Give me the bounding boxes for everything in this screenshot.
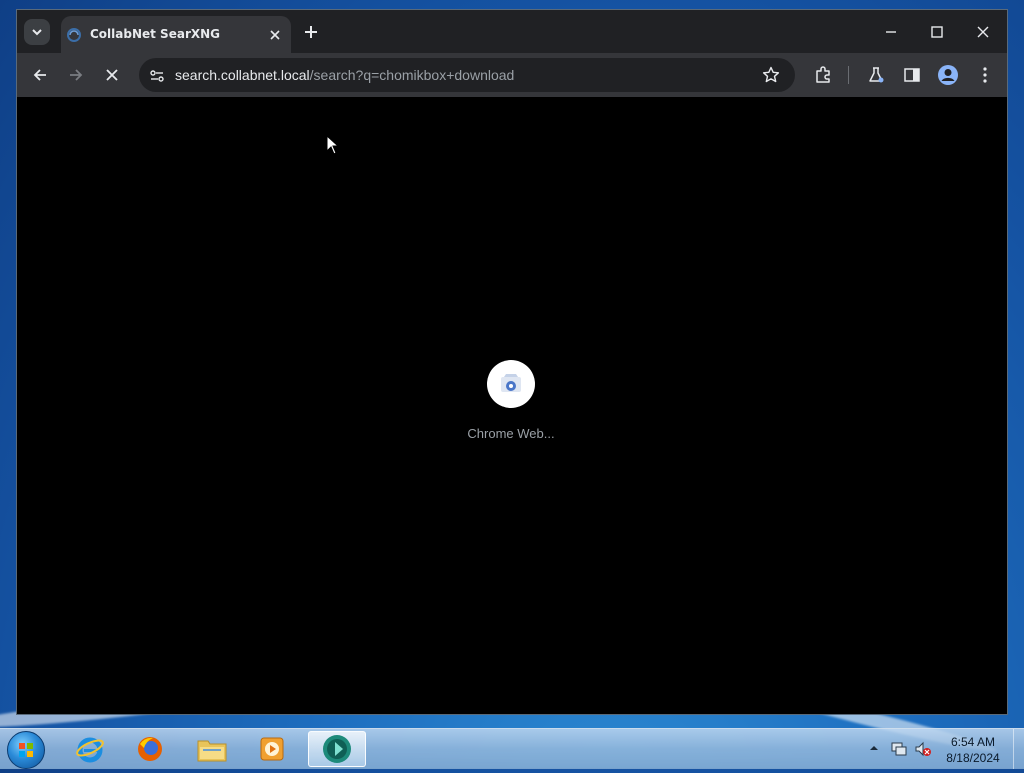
chrome-active-icon	[323, 735, 351, 763]
chevron-down-icon	[32, 29, 42, 36]
site-info-icon[interactable]	[147, 66, 167, 86]
chrome-window: CollabNet SearXNG search.collabnet.local…	[16, 9, 1008, 715]
show-hidden-icons-icon[interactable]	[868, 743, 880, 753]
clock-time: 6:54 AM	[950, 735, 996, 749]
taskbar-file-explorer[interactable]	[186, 731, 238, 767]
network-icon[interactable]	[890, 741, 908, 757]
start-button[interactable]	[7, 731, 45, 769]
url-path: /search?q=chomikbox+download	[309, 67, 515, 83]
menu-icon[interactable]	[975, 65, 995, 85]
taskbar-media-player[interactable]	[246, 731, 298, 767]
stop-icon[interactable]	[102, 65, 122, 85]
taskbar-internet-explorer[interactable]	[64, 731, 116, 767]
page-content: Chrome Web...	[17, 97, 1007, 714]
new-tab-icon[interactable]	[301, 22, 321, 42]
media-player-icon	[260, 737, 284, 761]
clock-date: 8/18/2024	[946, 751, 1000, 765]
tab-title: CollabNet SearXNG	[90, 27, 221, 41]
close-window-icon[interactable]	[973, 22, 993, 42]
loading-label: Chrome Web...	[467, 426, 555, 441]
chrome-web-store-icon	[501, 374, 521, 392]
mouse-cursor-icon	[326, 135, 340, 155]
internet-explorer-icon	[76, 737, 104, 763]
forward-icon[interactable]	[66, 65, 86, 85]
minimize-icon[interactable]	[881, 22, 901, 42]
profile-icon[interactable]	[937, 64, 959, 86]
searxng-icon	[67, 28, 81, 42]
firefox-icon	[138, 737, 162, 761]
address-bar[interactable]: search.collabnet.local/search?q=chomikbo…	[139, 58, 795, 92]
url-text: search.collabnet.local/search?q=chomikbo…	[175, 67, 514, 83]
system-clock[interactable]: 6:54 AM 8/18/2024	[938, 734, 1008, 766]
taskbar-chrome[interactable]	[308, 731, 366, 767]
side-panel-icon[interactable]	[902, 65, 922, 85]
url-host: search.collabnet.local	[175, 67, 310, 83]
tab-search-button[interactable]	[24, 19, 50, 45]
toolbar-divider	[848, 66, 849, 84]
loading-app-badge	[487, 360, 535, 408]
close-tab-icon[interactable]	[267, 27, 283, 43]
bookmark-star-icon[interactable]	[761, 65, 781, 85]
browser-toolbar: search.collabnet.local/search?q=chomikbo…	[17, 53, 1007, 97]
tab-strip: CollabNet SearXNG	[17, 10, 1007, 53]
show-desktop-button[interactable]	[1013, 729, 1024, 769]
maximize-icon[interactable]	[927, 22, 947, 42]
file-explorer-icon	[197, 740, 227, 762]
volume-muted-icon[interactable]	[914, 741, 932, 757]
labs-icon[interactable]	[866, 65, 886, 85]
tab-active[interactable]: CollabNet SearXNG	[61, 16, 291, 53]
extensions-icon[interactable]	[813, 65, 833, 85]
taskbar-firefox[interactable]	[124, 731, 176, 767]
windows-logo-icon	[19, 743, 33, 757]
back-icon[interactable]	[30, 65, 50, 85]
windows-taskbar: 6:54 AM 8/18/2024	[0, 728, 1024, 769]
